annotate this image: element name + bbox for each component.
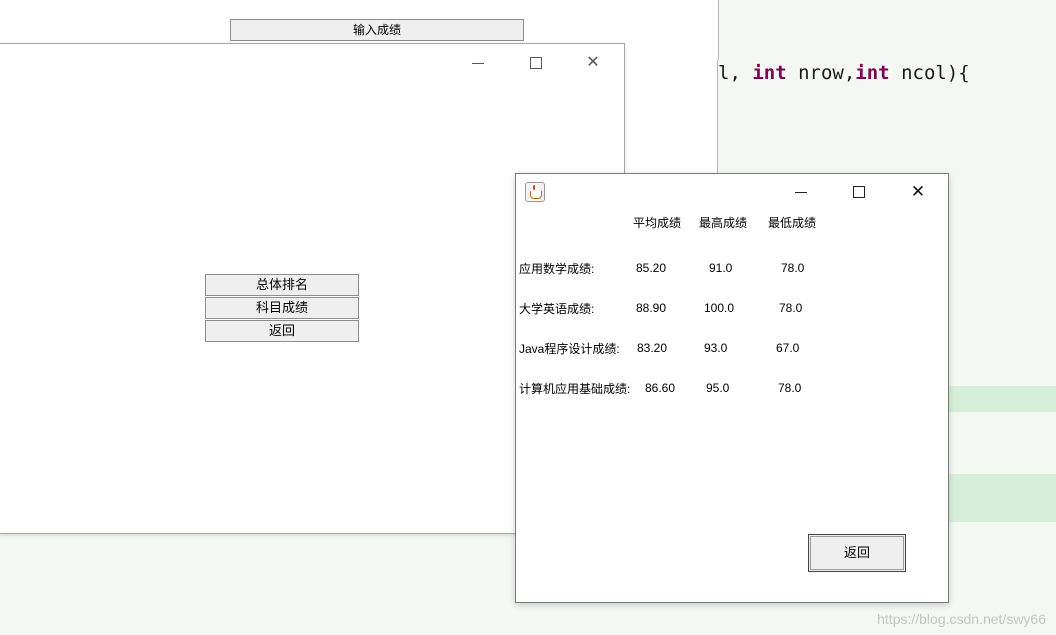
min-score: 78.0 bbox=[779, 301, 803, 315]
keyword-int: int bbox=[855, 62, 890, 84]
return-button[interactable]: 返回 bbox=[808, 534, 906, 572]
max-score: 91.0 bbox=[709, 261, 733, 275]
java-cup-icon bbox=[525, 182, 545, 202]
average-score: 88.90 bbox=[636, 301, 667, 315]
subject-label: 计算机应用基础成绩: bbox=[519, 382, 631, 396]
score-summary-window: ✕ 平均成绩 最高成绩 最低成绩 应用数学成绩: 85.20 91.0 78.0… bbox=[515, 173, 949, 603]
maximize-icon[interactable] bbox=[847, 181, 871, 203]
min-score: 67.0 bbox=[776, 341, 800, 355]
input-scores-window-body bbox=[624, 60, 718, 174]
subject-label: 大学英语成绩: bbox=[519, 302, 595, 316]
watermark: https://blog.csdn.net/swy66 bbox=[877, 611, 1046, 627]
subject-label: 应用数学成绩: bbox=[519, 262, 595, 276]
max-score: 95.0 bbox=[706, 381, 730, 395]
minimize-icon[interactable] bbox=[466, 52, 486, 72]
max-score: 100.0 bbox=[704, 301, 735, 315]
min-score: 78.0 bbox=[778, 381, 802, 395]
code-text: ncol){ bbox=[889, 62, 970, 84]
average-score: 83.20 bbox=[637, 341, 668, 355]
column-header-min: 最低成绩 bbox=[768, 216, 817, 230]
average-score: 85.20 bbox=[636, 261, 667, 275]
subject-label: Java程序设计成绩: bbox=[519, 342, 620, 356]
input-scores-button[interactable]: 输入成绩 bbox=[230, 19, 524, 41]
minimize-icon[interactable] bbox=[789, 181, 813, 203]
close-icon[interactable]: ✕ bbox=[906, 181, 930, 203]
overall-ranking-button[interactable]: 总体排名 bbox=[205, 274, 359, 296]
back-button[interactable]: 返回 bbox=[205, 320, 359, 342]
close-icon[interactable]: ✕ bbox=[583, 52, 603, 72]
average-score: 86.60 bbox=[645, 381, 676, 395]
min-score: 78.0 bbox=[781, 261, 805, 275]
column-header-average: 平均成绩 bbox=[633, 216, 682, 230]
max-score: 93.0 bbox=[704, 341, 728, 355]
code-line[interactable]: l, int nrow,int ncol){ bbox=[718, 62, 970, 84]
maximize-icon[interactable] bbox=[524, 52, 544, 72]
code-text: nrow, bbox=[786, 62, 856, 84]
subject-scores-button[interactable]: 科目成绩 bbox=[205, 297, 359, 319]
keyword-int: int bbox=[752, 62, 787, 84]
column-header-max: 最高成绩 bbox=[699, 216, 748, 230]
code-text: l, bbox=[718, 62, 753, 84]
